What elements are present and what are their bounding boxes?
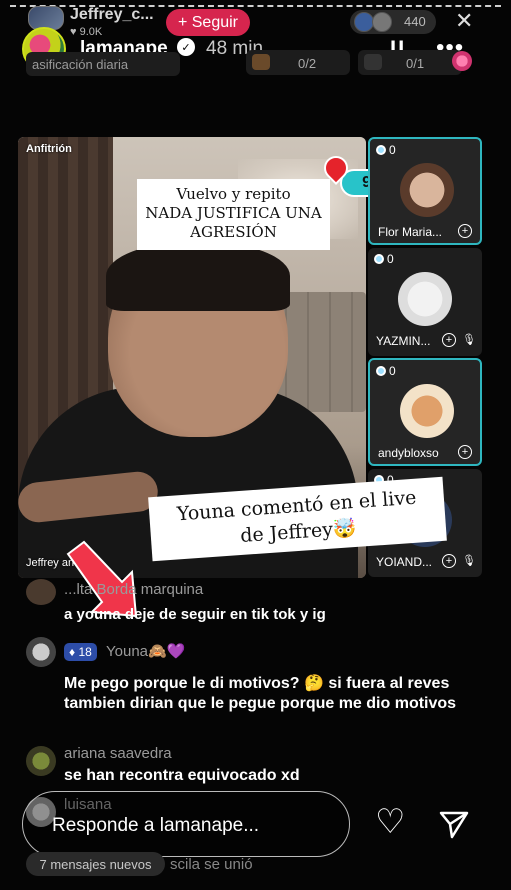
viewer-avatar: [354, 12, 374, 32]
comment-avatar[interactable]: [26, 746, 56, 776]
comment-text: a youna deje de seguir en tik tok y ig: [64, 606, 326, 623]
viewer-count: 440: [404, 14, 426, 29]
instagram-live-screen: Jeffrey_c... ♥ 9.0K + Seguir 440 ✕ laman…: [0, 0, 511, 890]
gift-icon: [252, 54, 270, 70]
guest-panel[interactable]: 0 andybloxso +: [368, 358, 482, 466]
guest-avatar: [400, 384, 454, 438]
coin-icon: [376, 145, 386, 155]
guest-panel[interactable]: 0 Flor Maria... +: [368, 137, 482, 245]
guest-name: andybloxso: [378, 446, 439, 460]
host-tag: Anfitrión: [26, 143, 72, 155]
close-icon[interactable]: ✕: [455, 8, 473, 34]
coin-icon: [376, 366, 386, 376]
reply-placeholder[interactable]: Responde a lamanape...: [52, 815, 259, 837]
caption-line: NADA JUSTIFICA UNA: [145, 204, 322, 222]
caption-line: Vuelvo y repito: [176, 185, 291, 203]
gift-icon: [364, 54, 382, 70]
new-messages-pill[interactable]: 7 mensajes nuevos: [26, 852, 165, 876]
comment-avatar[interactable]: [26, 637, 56, 667]
guest-count-value: 0: [389, 143, 396, 157]
send-icon[interactable]: [438, 808, 470, 840]
joined-notice: scila se unió: [170, 856, 253, 873]
follow-button[interactable]: + Seguir: [166, 9, 250, 36]
comment-author[interactable]: Youna🙈💜: [106, 642, 185, 660]
daily-ranking-pill[interactable]: asificación diaria: [26, 52, 180, 76]
other-host-likes: ♥ 9.0K: [70, 26, 103, 38]
guest-count: 0: [374, 252, 394, 266]
guest-avatar: [400, 163, 454, 217]
comment-author[interactable]: ...lta Borda marquina: [64, 581, 203, 598]
battle-score-right: 0/1: [358, 50, 462, 75]
flower-icon: [452, 51, 472, 71]
score-left-value: 0/2: [298, 56, 317, 71]
mic-off-icon: 🎙: [462, 555, 476, 567]
add-icon[interactable]: +: [442, 333, 456, 347]
other-host-name[interactable]: Jeffrey_c...: [70, 6, 154, 24]
guest-name: Flor Maria...: [378, 225, 443, 239]
comment-author[interactable]: ariana saavedra: [64, 745, 172, 762]
person-hair: [106, 241, 290, 311]
guest-name: YOIAND...: [376, 555, 433, 569]
guest-count: 0: [376, 364, 396, 378]
fan-badge-level: 18: [78, 645, 92, 659]
guest-avatar: [398, 272, 452, 326]
add-icon[interactable]: +: [458, 224, 472, 238]
heart-icon[interactable]: ♡: [375, 805, 405, 839]
add-icon[interactable]: +: [442, 554, 456, 568]
coin-icon: [374, 254, 384, 264]
verified-icon: ✓: [177, 38, 195, 56]
viewers-pill[interactable]: 440: [350, 10, 436, 34]
fan-badge: ♦ 18: [64, 643, 97, 661]
guest-panel[interactable]: 0 YAZMIN... + 🎙: [368, 248, 482, 356]
caption-line: AGRESIÓN: [190, 223, 277, 241]
comment-text: Me pego porque le di motivos? 🤔 si fuera…: [64, 675, 457, 712]
caption-top: Vuelvo y repito NADA JUSTIFICA UNA AGRES…: [137, 179, 330, 250]
guest-count: 0: [376, 143, 396, 157]
guest-count-value: 0: [389, 364, 396, 378]
guest-count-value: 0: [387, 252, 394, 266]
score-right-value: 0/1: [406, 56, 425, 71]
battle-score-left: 0/2: [246, 50, 350, 75]
guest-name: YAZMIN...: [376, 334, 431, 348]
comment-text: se han recontra equivocado xd: [64, 767, 300, 784]
comment-avatar[interactable]: [26, 579, 56, 605]
add-icon[interactable]: +: [458, 445, 472, 459]
viewer-avatar: [372, 12, 392, 32]
mic-off-icon: 🎙: [462, 334, 476, 346]
